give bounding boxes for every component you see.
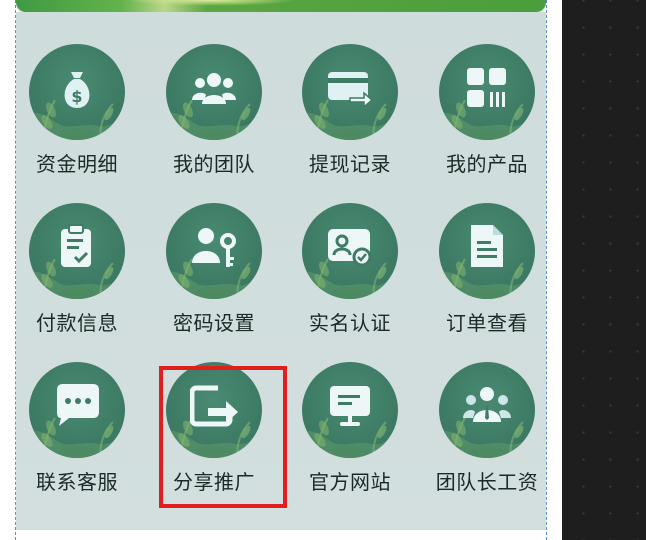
menu-item-icon-circle[interactable]: $ xyxy=(29,44,125,140)
menu-item-label: 我的产品 xyxy=(446,152,528,176)
menu-item[interactable]: $ 资金明细 xyxy=(16,44,146,204)
menu-item-icon-circle[interactable] xyxy=(439,44,535,140)
menu-item-icon-circle[interactable] xyxy=(302,203,398,299)
team-icon xyxy=(192,73,236,104)
menu-item-icon-circle[interactable] xyxy=(439,362,535,458)
menu-item-icon-circle[interactable] xyxy=(29,203,125,299)
menu-item-icon-circle[interactable] xyxy=(439,203,535,299)
menu-item-label: 团队长工资 xyxy=(435,470,539,494)
menu-item-icon-circle[interactable] xyxy=(302,362,398,458)
svg-text:$: $ xyxy=(71,87,82,106)
menu-item[interactable]: 官方网站 xyxy=(289,362,419,522)
money-bag-icon: $ xyxy=(64,72,90,108)
monitor-icon xyxy=(330,386,370,426)
menu-item-label: 官方网站 xyxy=(309,470,391,494)
design-canvas: $ 资金明细 我的团队 提现记录 我的产品 付款信息 密码设置 实名认证 订单查看 联系客服 分享推… xyxy=(0,0,562,540)
menu-item[interactable]: 我的产品 xyxy=(426,44,556,204)
menu-item-label: 我的团队 xyxy=(173,152,255,176)
menu-item[interactable]: 提现记录 xyxy=(289,44,419,204)
menu-item[interactable]: 订单查看 xyxy=(426,203,556,363)
clipboard-check-icon xyxy=(61,224,91,267)
document-icon xyxy=(471,225,503,267)
card-transfer-icon xyxy=(328,72,374,109)
chat-bubble-icon xyxy=(57,384,99,426)
menu-item-label: 资金明细 xyxy=(36,152,118,176)
menu-item-label: 付款信息 xyxy=(36,311,118,335)
menu-item[interactable]: 联系客服 xyxy=(16,362,146,522)
menu-item-label: 提现记录 xyxy=(309,152,391,176)
menu-item-label: 密码设置 xyxy=(173,311,255,335)
side-dark-panel xyxy=(562,0,646,540)
menu-item[interactable]: 密码设置 xyxy=(153,203,283,363)
menu-item[interactable]: 我的团队 xyxy=(153,44,283,204)
user-key-icon xyxy=(192,228,236,267)
menu-item[interactable]: 实名认证 xyxy=(289,203,419,363)
group-leader-icon xyxy=(463,387,511,422)
menu-item[interactable]: 付款信息 xyxy=(16,203,146,363)
selection-highlight-box xyxy=(159,366,287,508)
grid-products-icon xyxy=(467,68,506,107)
menu-item-label: 订单查看 xyxy=(446,311,528,335)
menu-item-label: 联系客服 xyxy=(36,470,118,494)
menu-item-icon-circle[interactable] xyxy=(166,203,262,299)
menu-item-label: 实名认证 xyxy=(309,311,391,335)
id-card-verified-icon xyxy=(328,229,372,267)
top-banner[interactable] xyxy=(16,0,546,12)
menu-item-icon-circle[interactable] xyxy=(29,362,125,458)
menu-item[interactable]: 团队长工资 xyxy=(426,362,556,522)
menu-item-icon-circle[interactable] xyxy=(302,44,398,140)
menu-item-icon-circle[interactable] xyxy=(166,44,262,140)
